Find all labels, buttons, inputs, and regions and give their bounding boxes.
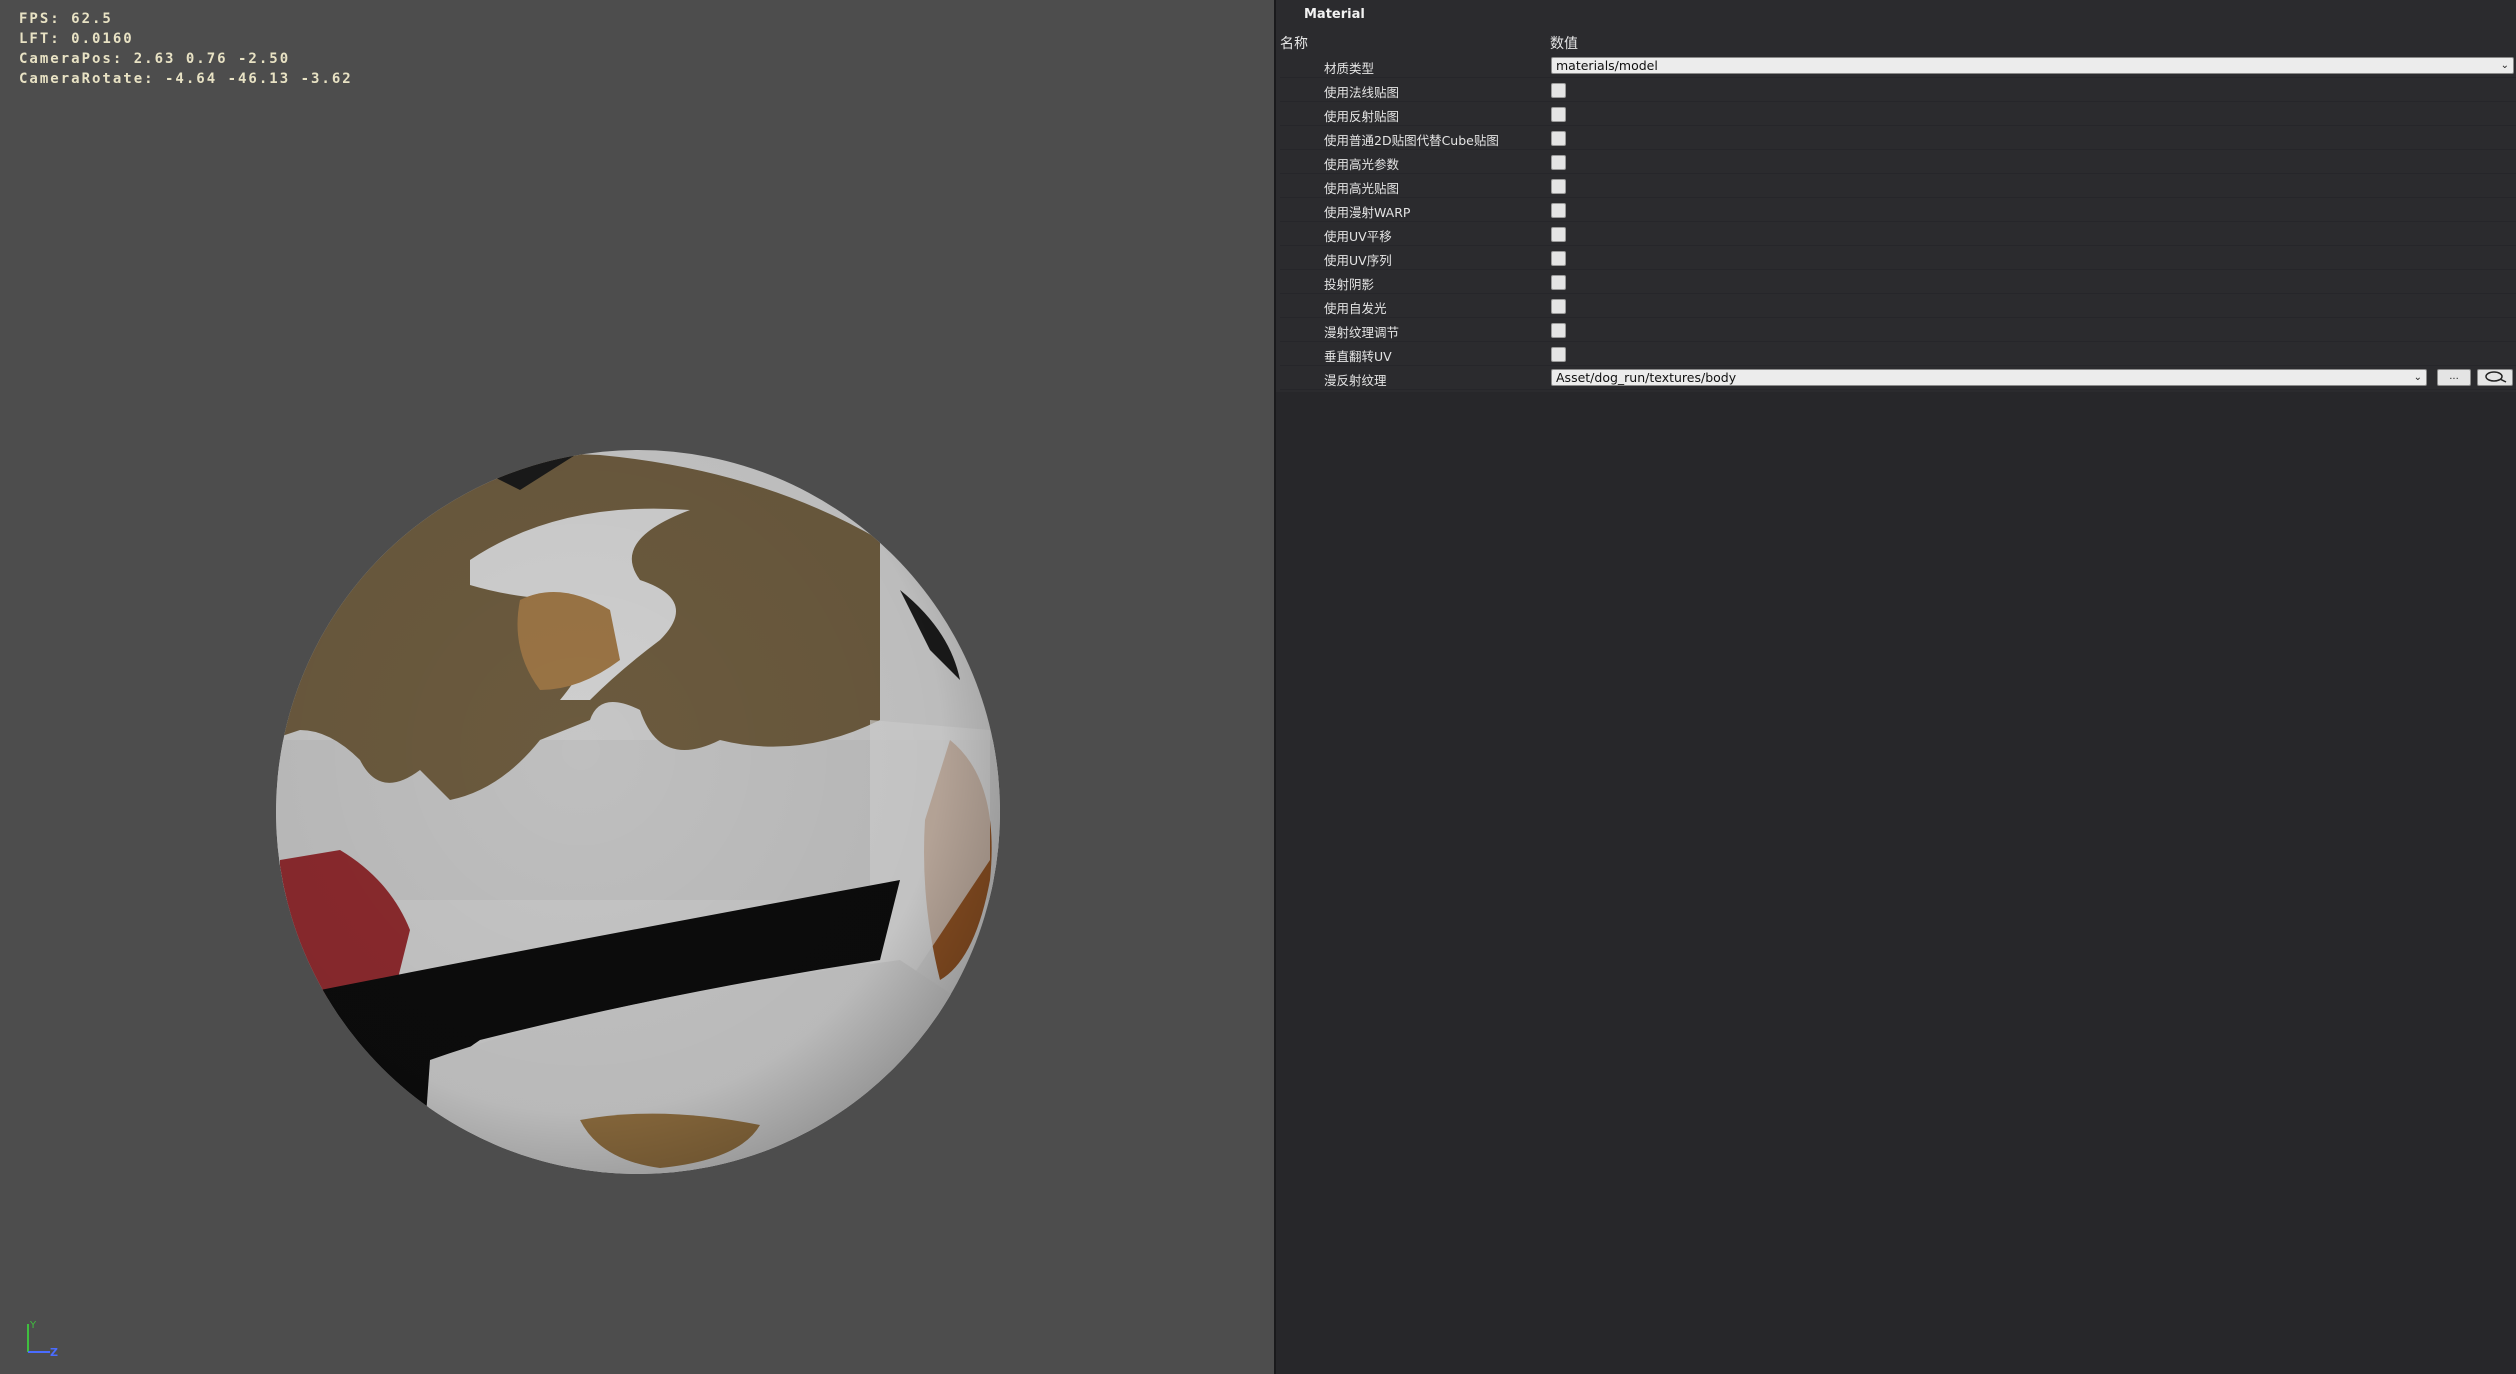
- property-label: 漫射纹理调节: [1324, 325, 1400, 340]
- property-row-material-type: 材质类型 materials/model ⌄: [1280, 54, 2516, 78]
- camera-rotation-readout: CameraRotate: -4.64 -46.13 -3.62: [19, 71, 353, 87]
- property-value-cell: [1551, 342, 2516, 366]
- property-label: 使用法线贴图: [1324, 85, 1400, 100]
- uv-offset-checkbox[interactable]: [1551, 227, 1566, 242]
- property-row-reflection-map: 使用反射贴图: [1280, 102, 2516, 126]
- panel-empty-area: [1276, 392, 2516, 1374]
- specular-params-checkbox[interactable]: [1551, 155, 1566, 170]
- property-value-cell: [1551, 102, 2516, 126]
- property-row-flip-uv-vertical: 垂直翻转UV: [1280, 342, 2516, 366]
- property-value-cell: [1551, 78, 2516, 102]
- property-value-cell: [1551, 150, 2516, 174]
- property-row-specular-map: 使用高光贴图: [1280, 174, 2516, 198]
- textured-sphere-preview: [276, 450, 1000, 1174]
- property-row-diffuse-texture-adjust: 漫射纹理调节: [1280, 318, 2516, 342]
- property-label: 使用UV序列: [1324, 253, 1392, 268]
- chevron-down-icon: ⌄: [2500, 60, 2509, 71]
- reflection-map-checkbox[interactable]: [1551, 107, 1566, 122]
- diffuse-warp-checkbox[interactable]: [1551, 203, 1566, 218]
- property-row-uv-sequence: 使用UV序列: [1280, 246, 2516, 270]
- property-value-cell: [1551, 246, 2516, 270]
- property-row-specular-params: 使用高光参数: [1280, 150, 2516, 174]
- property-value-cell: [1551, 318, 2516, 342]
- search-icon: [2485, 371, 2507, 383]
- property-row-emissive: 使用自发光: [1280, 294, 2516, 318]
- property-row-diffuse-warp: 使用漫射WARP: [1280, 198, 2516, 222]
- normal-map-checkbox[interactable]: [1551, 83, 1566, 98]
- column-header-value[interactable]: 数值: [1550, 33, 1578, 53]
- dropdown-selected-value: materials/model: [1556, 58, 1658, 73]
- 3d-viewport[interactable]: FPS: 62.5 LFT: 0.0160 CameraPos: 2.63 0.…: [0, 0, 1274, 1374]
- axis-z-label: Z: [50, 1346, 58, 1358]
- property-value-cell: materials/model ⌄: [1551, 54, 2516, 78]
- camera-position-readout: CameraPos: 2.63 0.76 -2.50: [19, 51, 291, 67]
- property-table-header: 名称 数值: [1280, 33, 2516, 53]
- material-property-panel: Material 名称 数值 材质类型 materials/model ⌄ 使用…: [1276, 0, 2516, 1374]
- property-label: 使用UV平移: [1324, 229, 1392, 244]
- property-label: 材质类型: [1324, 61, 1375, 76]
- cast-shadow-checkbox[interactable]: [1551, 275, 1566, 290]
- property-value-cell: Asset/dog_run/textures/body ⌄ ...: [1551, 366, 2516, 390]
- property-value-cell: [1551, 126, 2516, 150]
- specular-map-checkbox[interactable]: [1551, 179, 1566, 194]
- property-value-cell: [1551, 174, 2516, 198]
- property-label: 使用自发光: [1324, 301, 1387, 316]
- browse-texture-button[interactable]: ...: [2437, 369, 2471, 386]
- property-row-uv-offset: 使用UV平移: [1280, 222, 2516, 246]
- material-type-dropdown[interactable]: materials/model ⌄: [1551, 57, 2514, 74]
- axis-y-label: Y: [29, 1320, 37, 1331]
- property-label: 使用普通2D贴图代替Cube贴图: [1324, 133, 1499, 148]
- 2d-instead-of-cube-checkbox[interactable]: [1551, 131, 1566, 146]
- property-label: 使用反射贴图: [1324, 109, 1400, 124]
- property-label: 使用高光贴图: [1324, 181, 1400, 196]
- property-value-cell: [1551, 270, 2516, 294]
- uv-sequence-checkbox[interactable]: [1551, 251, 1566, 266]
- property-row-cast-shadow: 投射阴影: [1280, 270, 2516, 294]
- property-row-diffuse-texture: 漫反射纹理 Asset/dog_run/textures/body ⌄ ...: [1280, 366, 2516, 390]
- dropdown-selected-value: Asset/dog_run/textures/body: [1556, 370, 1737, 385]
- property-row-2d-instead-of-cube: 使用普通2D贴图代替Cube贴图: [1280, 126, 2516, 150]
- property-value-cell: [1551, 222, 2516, 246]
- property-label: 垂直翻转UV: [1324, 349, 1392, 364]
- property-label: 使用漫射WARP: [1324, 205, 1411, 220]
- chevron-down-icon: ⌄: [2413, 372, 2422, 383]
- panel-title: Material: [1304, 7, 1365, 22]
- axis-gizmo-icon: Y Z: [27, 1320, 58, 1358]
- render-stats-overlay: FPS: 62.5 LFT: 0.0160 CameraPos: 2.63 0.…: [19, 9, 353, 89]
- emissive-checkbox[interactable]: [1551, 299, 1566, 314]
- property-value-cell: [1551, 294, 2516, 318]
- column-header-name[interactable]: 名称: [1280, 33, 1308, 53]
- lft-readout: LFT: 0.0160: [19, 31, 134, 47]
- diffuse-texture-adjust-checkbox[interactable]: [1551, 323, 1566, 338]
- property-row-normal-map: 使用法线贴图: [1280, 78, 2516, 102]
- flip-uv-vertical-checkbox[interactable]: [1551, 347, 1566, 362]
- property-label: 漫反射纹理: [1324, 373, 1387, 388]
- property-table: 材质类型 materials/model ⌄ 使用法线贴图 使用反射贴图 使用普…: [1280, 54, 2516, 390]
- diffuse-texture-dropdown[interactable]: Asset/dog_run/textures/body ⌄: [1551, 369, 2427, 386]
- fps-readout: FPS: 62.5: [19, 11, 113, 27]
- property-label: 使用高光参数: [1324, 157, 1400, 172]
- locate-texture-button[interactable]: [2477, 369, 2513, 386]
- property-value-cell: [1551, 198, 2516, 222]
- property-label: 投射阴影: [1324, 277, 1375, 292]
